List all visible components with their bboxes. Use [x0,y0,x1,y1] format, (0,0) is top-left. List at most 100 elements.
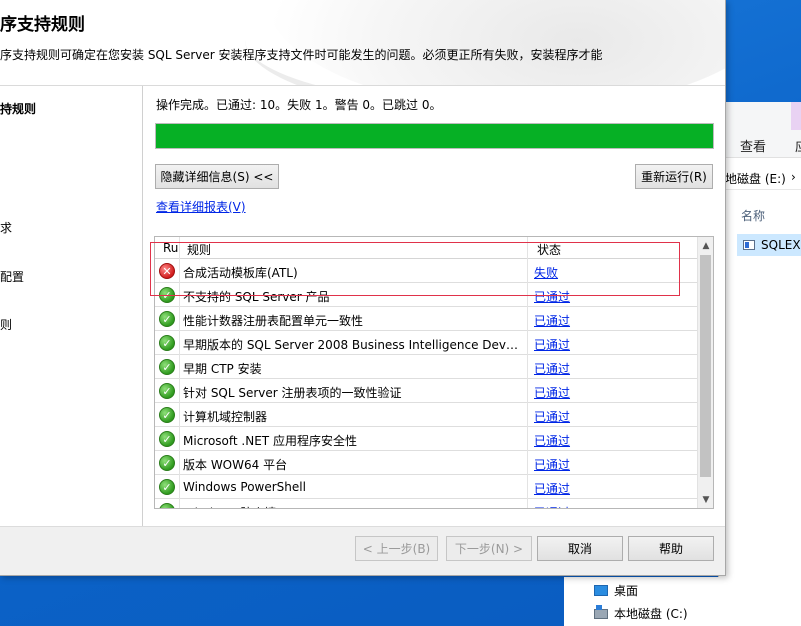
table-row[interactable]: ✓ 早期版本的 SQL Server 2008 Business Intellig… [155,331,698,355]
rule-name: 合成活动模板库(ATL) [183,266,298,280]
column-header-status[interactable]: 状态 [537,241,561,258]
column-divider [179,283,180,307]
check-icon: ✓ [159,479,175,495]
rule-name: Microsoft .NET 应用程序安全性 [183,434,357,448]
scroll-up-icon[interactable]: ▲ [698,237,713,254]
check-icon: ✓ [159,455,175,471]
ribbon-contextual-tab [791,102,801,130]
file-item[interactable]: SQLEX [737,234,801,256]
rule-name: Windows PowerShell [183,480,306,494]
column-divider[interactable] [179,237,180,259]
rule-status-link[interactable]: 失败 [534,264,558,281]
nav-step-support-rules[interactable]: 持规则 [0,100,36,117]
column-divider [179,475,180,499]
check-icon: ✓ [159,431,175,447]
table-row[interactable]: ✓ 针对 SQL Server 注册表项的一致性验证 已通过 [155,379,698,403]
column-divider [179,451,180,475]
operation-status: 操作完成。已通过: 10。失败 1。警告 0。已跳过 0。 [156,98,442,112]
desktop-icon [594,585,608,596]
nav-item-desktop-label: 桌面 [614,584,639,598]
column-divider [527,355,528,379]
column-divider [179,499,180,508]
nav-step-requirements[interactable]: 求 [0,219,12,236]
column-divider [527,427,528,451]
table-row[interactable]: ✓ 版本 WOW64 平台 已通过 [155,451,698,475]
rule-status-link[interactable]: 已通过 [534,336,570,353]
rule-name: 计算机域控制器 [183,410,268,424]
file-icon [743,240,755,250]
rule-name: 版本 WOW64 平台 [183,458,288,472]
column-divider [527,499,528,508]
check-icon: ✓ [159,311,175,327]
ribbon-tab-app[interactable]: 应 [795,136,801,155]
check-icon: ✓ [159,407,175,423]
ribbon-tab-view[interactable]: 查看 [740,136,766,155]
explorer-ribbon: 查看 应 [719,102,801,158]
rule-status-link[interactable]: 已通过 [534,288,570,305]
dialog-footer: < 上一步(B) 下一步(N) > 取消 帮助 [0,526,725,575]
table-header: Ru 规则 状态 [155,237,698,259]
table-row[interactable]: ✓ 性能计数器注册表配置单元一致性 已通过 [155,307,698,331]
table-row[interactable]: ✓ 不支持的 SQL Server 产品 已通过 [155,283,698,307]
rule-status-link[interactable]: 已通过 [534,312,570,329]
help-button[interactable]: 帮助 [628,536,714,561]
table-row[interactable]: ✓ Windows PowerShell 已通过 [155,475,698,499]
column-divider [179,331,180,355]
table-row[interactable]: ✓ 计算机域控制器 已通过 [155,403,698,427]
hide-details-button[interactable]: 隐藏详细信息(S) << [155,164,279,189]
column-divider [527,475,528,499]
table-scrollbar[interactable]: ▲ ▼ [697,237,713,508]
column-header-rule[interactable]: 规则 [187,241,211,258]
cancel-button[interactable]: 取消 [537,536,623,561]
address-text: 地磁盘 (E:) [725,172,786,186]
scrollbar-thumb[interactable] [700,255,711,477]
table-row[interactable]: ✕ 合成活动模板库(ATL) 失败 [155,259,698,283]
check-icon: ✓ [159,335,175,351]
column-divider[interactable] [527,237,528,259]
check-icon: ✓ [159,503,175,508]
scroll-down-icon[interactable]: ▼ [698,491,713,508]
check-icon: ✓ [159,383,175,399]
rule-status-link[interactable]: 已通过 [534,360,570,377]
rule-status-link[interactable]: 已通过 [534,384,570,401]
rules-table: Ru 规则 状态 ✕ 合成活动模板库(ATL) 失败 ✓ 不支持的 SQL Server… [154,236,714,509]
previous-button[interactable]: < 上一步(B) [355,536,438,561]
next-button[interactable]: 下一步(N) > [446,536,532,561]
table-row[interactable]: ✓ 早期 CTP 安装 已通过 [155,355,698,379]
table-body: ✕ 合成活动模板库(ATL) 失败 ✓ 不支持的 SQL Server 产品 已通过 ✓ 性能… [155,259,698,508]
rule-status-link[interactable]: 已通过 [534,480,570,497]
nav-step-rules[interactable]: 则 [0,316,12,333]
column-header-ru[interactable]: Ru [163,241,178,255]
page-description: 序支持规则可确定在您安装 SQL Server 安装程序支持文件时可能发生的问题… [0,48,603,62]
table-row[interactable]: ✓ Windows 防火墙 已通过 [155,499,698,508]
rule-name: Windows 防火墙 [183,504,523,508]
setup-dialog: 序支持规则 序支持规则可确定在您安装 SQL Server 安装程序支持文件时可… [0,0,726,576]
explorer-nav-pane: 桌面 本地磁盘 (C:) [564,577,719,626]
rule-status-link[interactable]: 已通过 [534,432,570,449]
nav-item-local-disk[interactable]: 本地磁盘 (C:) [594,604,688,622]
column-header-name[interactable]: 名称 [741,207,765,224]
column-divider [527,379,528,403]
rule-name: 针对 SQL Server 注册表项的一致性验证 [183,386,402,400]
view-report-link[interactable]: 查看详细报表(V) [156,198,246,215]
check-icon: ✓ [159,287,175,303]
column-divider [179,355,180,379]
page-title: 序支持规则 [0,15,85,35]
table-row[interactable]: ✓ Microsoft .NET 应用程序安全性 已通过 [155,427,698,451]
main-content: 操作完成。已通过: 10。失败 1。警告 0。已跳过 0。 隐藏详细信息(S) … [144,86,725,526]
nav-step-configuration[interactable]: 配置 [0,268,24,285]
file-explorer-window: 查看 应 地磁盘 (E:) › 名称 SQLEX [718,102,801,626]
error-icon: ✕ [159,263,175,279]
rule-status-link[interactable]: 已通过 [534,456,570,473]
rule-status-link[interactable]: 已通过 [534,504,570,508]
rule-name: 早期版本的 SQL Server 2008 Business Intellige… [183,338,523,352]
rerun-button[interactable]: 重新运行(R) [635,164,713,189]
chevron-right-icon[interactable]: › [791,170,796,184]
step-navigation: 持规则 求 配置 则 [0,86,143,526]
explorer-address-bar[interactable]: 地磁盘 (E:) › [719,158,801,190]
nav-item-desktop[interactable]: 桌面 [594,582,638,599]
column-divider [179,427,180,451]
progress-fill [156,124,713,148]
rule-status-link[interactable]: 已通过 [534,408,570,425]
dialog-header: 序支持规则 序支持规则可确定在您安装 SQL Server 安装程序支持文件时可… [0,0,725,86]
